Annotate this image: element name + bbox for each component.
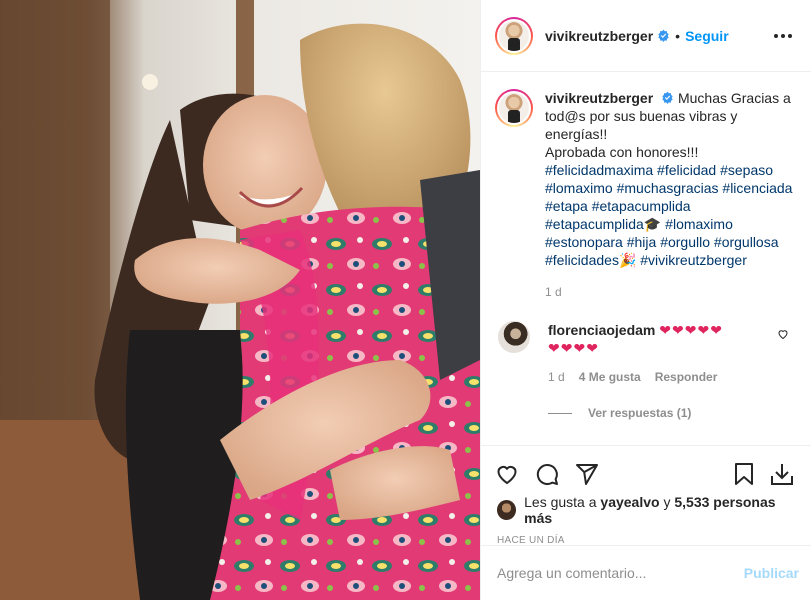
- follow-button[interactable]: Seguir: [685, 28, 729, 44]
- comment-item: florenciaojedam ❤❤❤❤❤ ❤❤❤❤ 1 d 4 Me gust…: [495, 321, 795, 386]
- verified-badge-icon: [661, 91, 674, 104]
- hug-photo-illustration: [0, 0, 480, 600]
- comment-composer: Publicar: [481, 545, 811, 600]
- comments-area[interactable]: vivikreutzberger Muchas Gracias a tod@s …: [481, 73, 811, 445]
- comment-hearts: ❤❤❤❤❤: [659, 322, 723, 338]
- separator-dot: •: [675, 27, 681, 44]
- hashtag-line[interactable]: #etapa #etapacumplida: [545, 198, 691, 214]
- likes-joiner: y: [663, 494, 671, 510]
- comment-meta: 1 d 4 Me gusta Responder: [548, 368, 773, 386]
- caption-age[interactable]: 1 d: [545, 283, 795, 301]
- comment-likes[interactable]: 4 Me gusta: [579, 368, 641, 386]
- hashtag-line[interactable]: #etapacumplida🎓 #lomaximo: [545, 216, 733, 232]
- more-options-icon[interactable]: [771, 33, 795, 38]
- liker-username[interactable]: yayealvo: [600, 494, 659, 510]
- author-avatar[interactable]: [495, 16, 533, 55]
- comment-input[interactable]: [497, 565, 744, 581]
- hashtag-line[interactable]: #felicidades🎉 #vivikreutzberger: [545, 252, 747, 268]
- commenter-avatar[interactable]: [498, 321, 530, 353]
- action-icons: [481, 446, 811, 494]
- publish-button[interactable]: Publicar: [744, 565, 799, 581]
- likes-summary: Les gusta a yayealvo y 5,533 personas má…: [481, 494, 811, 526]
- post-actions: Les gusta a yayealvo y 5,533 personas má…: [481, 445, 811, 546]
- post-caption: vivikreutzberger Muchas Gracias a tod@s …: [495, 89, 795, 301]
- post-modal: vivikreutzberger • Seguir vivikreutzberg…: [0, 0, 811, 600]
- download-icon[interactable]: [769, 454, 797, 494]
- caption-line: tod@s por sus buenas vibras y: [545, 108, 738, 124]
- share-icon[interactable]: [575, 454, 615, 494]
- heart-icon[interactable]: [495, 454, 535, 494]
- comment-age[interactable]: 1 d: [548, 368, 565, 386]
- comment-heart-icon[interactable]: [777, 327, 789, 343]
- likes-text: Les gusta a yayealvo y 5,533 personas má…: [524, 494, 795, 526]
- verified-badge-icon: [657, 29, 670, 42]
- view-replies-button[interactable]: Ver respuestas (1): [548, 406, 795, 420]
- post-header: vivikreutzberger • Seguir: [481, 0, 811, 72]
- hashtags: #felicidadmaxima #felicidad #sepaso #lom…: [545, 162, 792, 268]
- post-side-panel: vivikreutzberger • Seguir vivikreutzberg…: [480, 0, 811, 600]
- hashtag-line[interactable]: #lomaximo #muchasgracias #licenciada: [545, 180, 792, 196]
- replies-divider: [548, 412, 572, 414]
- caption-line: Muchas Gracias a: [677, 90, 791, 106]
- comment-hearts: ❤❤❤❤: [548, 340, 599, 356]
- author-username[interactable]: vivikreutzberger: [545, 28, 653, 44]
- hashtag-line[interactable]: #felicidadmaxima #felicidad #sepaso: [545, 162, 773, 178]
- hashtag-line[interactable]: #estonopara #hija #orgullo #orgullosa: [545, 234, 779, 250]
- view-replies-label: Ver respuestas (1): [588, 406, 692, 420]
- comment-icon[interactable]: [535, 454, 575, 494]
- caption-username[interactable]: vivikreutzberger: [545, 90, 653, 106]
- caption-author-avatar[interactable]: [495, 89, 533, 127]
- reply-button[interactable]: Responder: [655, 368, 718, 386]
- commenter-username[interactable]: florenciaojedam: [548, 322, 655, 338]
- liker-avatar[interactable]: [497, 500, 517, 520]
- caption-line: Aprobada con honores!!!: [545, 144, 699, 160]
- likes-prefix: Les gusta a: [524, 494, 597, 510]
- bookmark-icon[interactable]: [733, 454, 761, 494]
- post-photo[interactable]: [0, 0, 480, 600]
- caption-line: energías!!: [545, 126, 608, 142]
